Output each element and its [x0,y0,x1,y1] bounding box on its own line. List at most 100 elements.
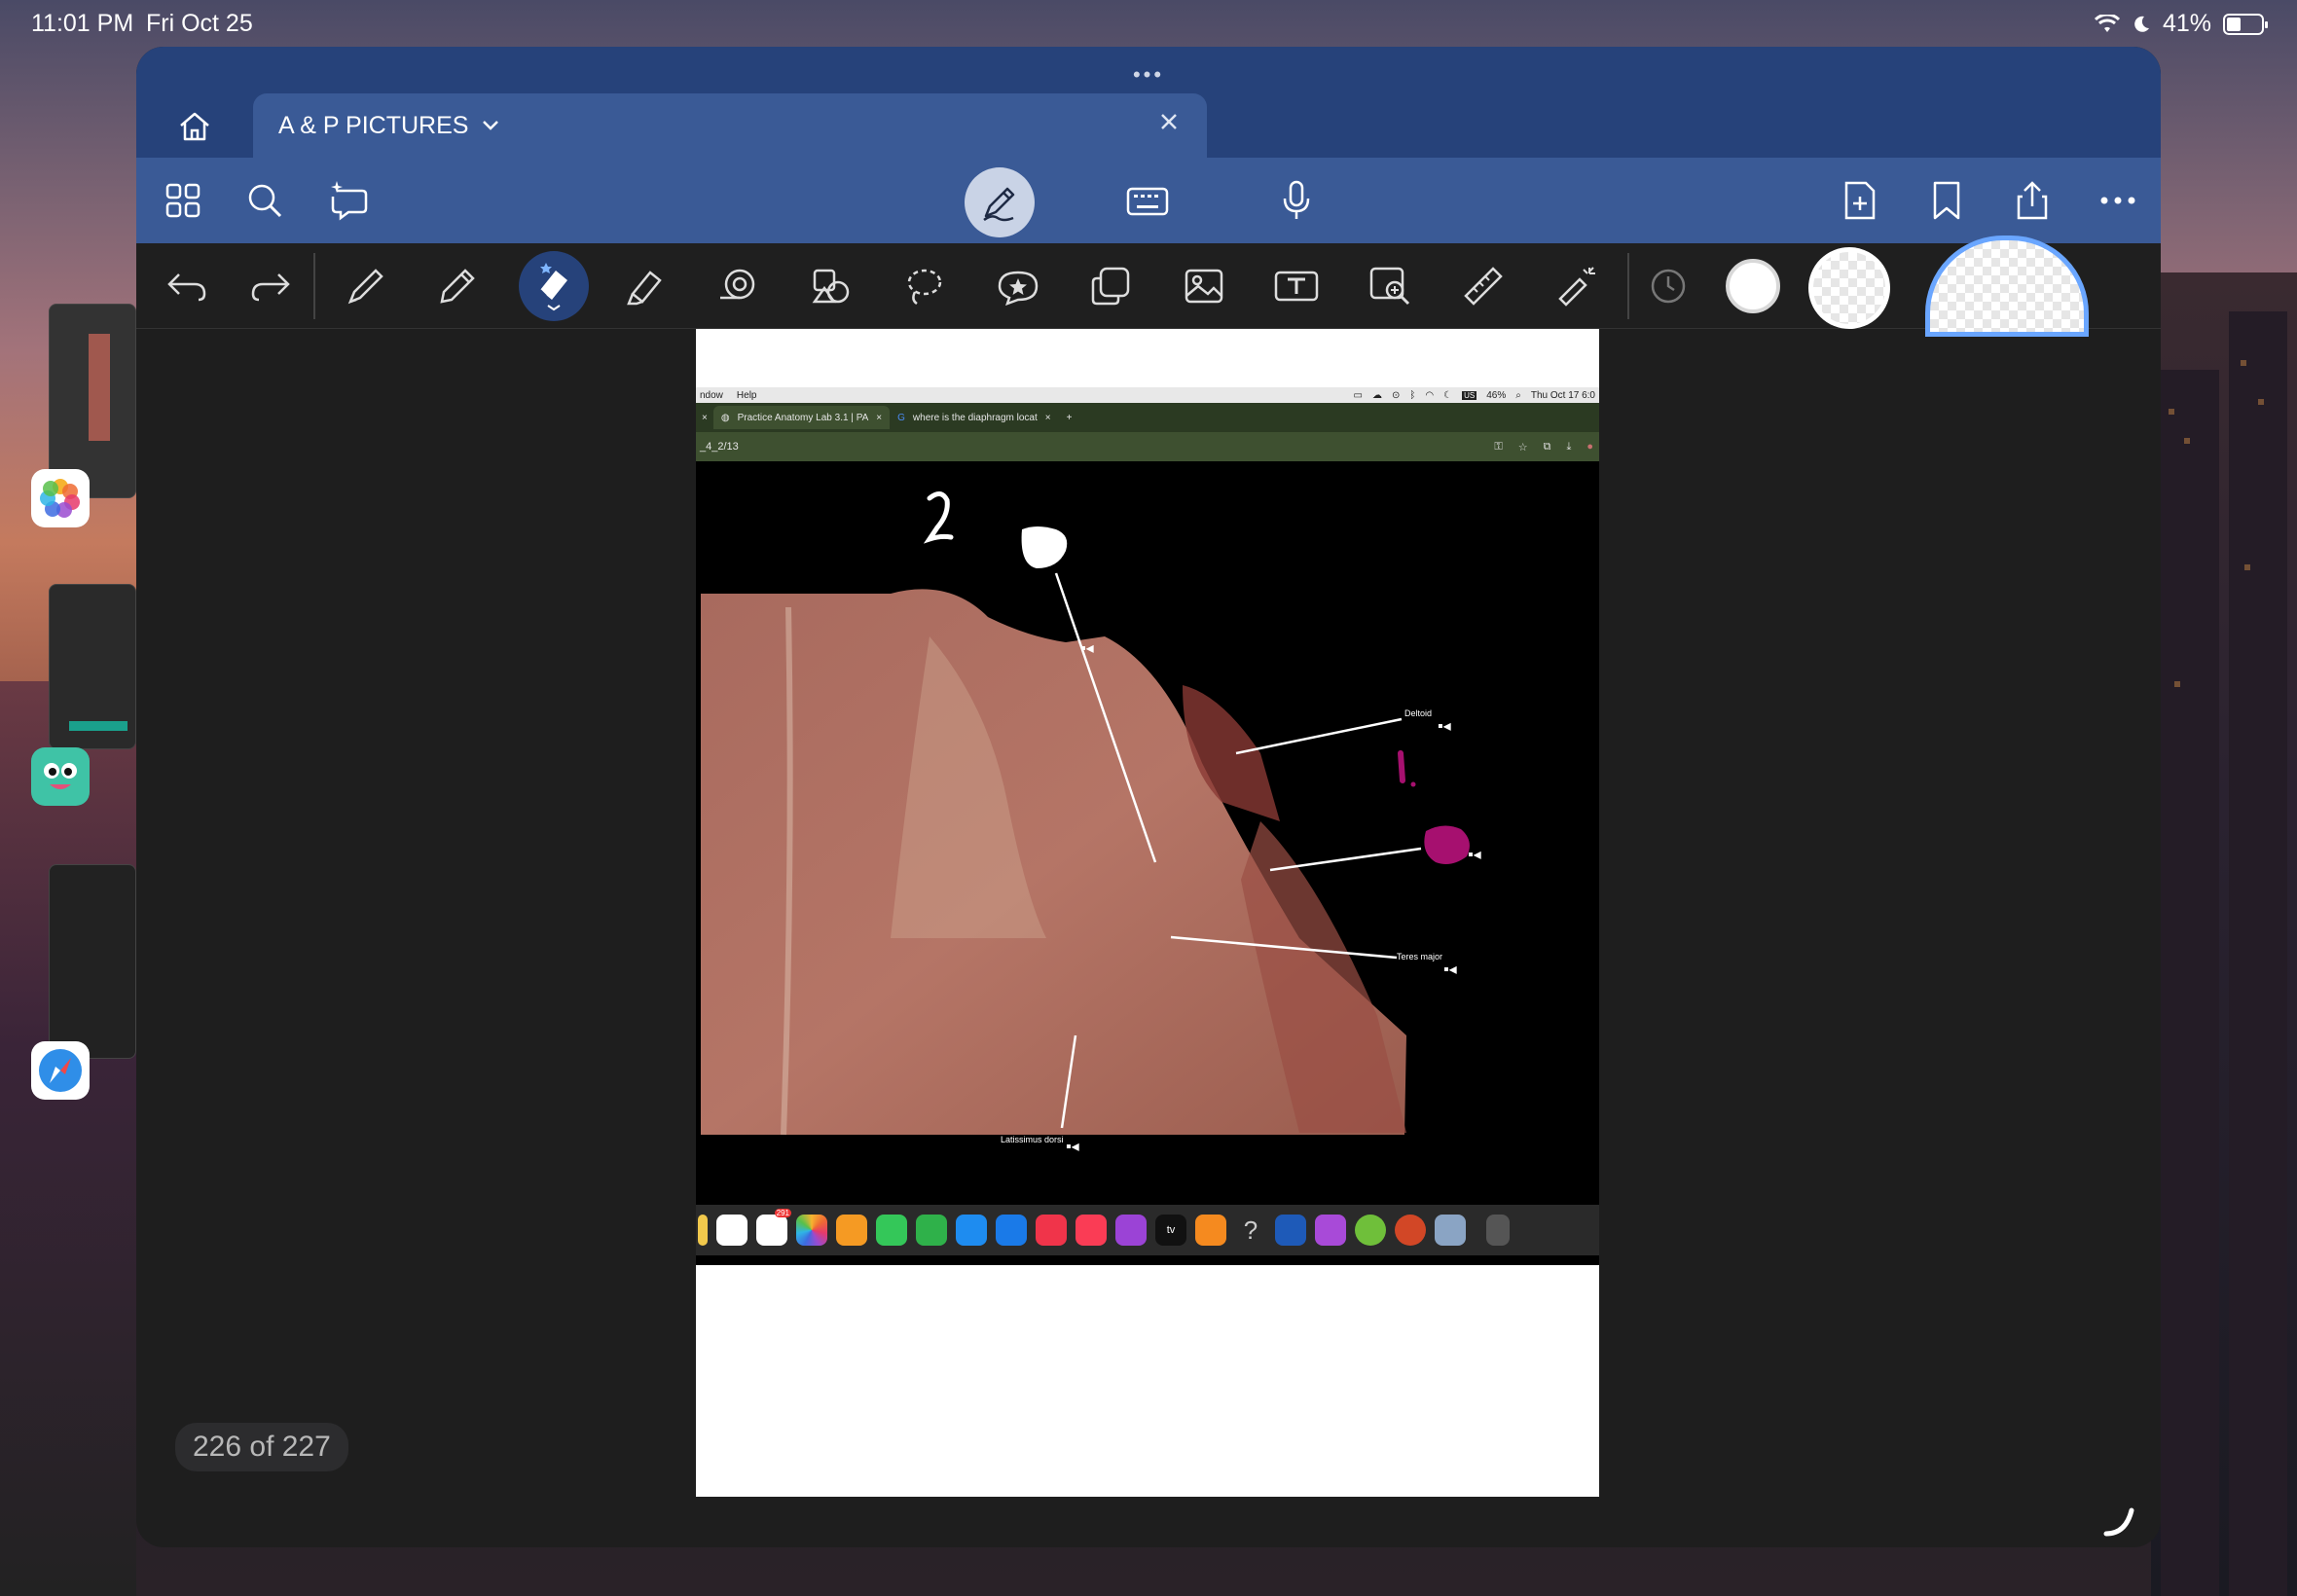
dock-facetime-icon [876,1215,907,1246]
more-icon[interactable] [2093,175,2143,226]
browser-address-bar: _4_2/13 ⚿ ☆ ⧉ ⤓ ● [696,432,1599,461]
shapes-icon[interactable] [802,257,860,315]
fountain-pen-icon[interactable] [337,257,395,315]
status-date: Fri Oct 25 [146,10,253,37]
color-swatch-large-selected[interactable] [1925,236,2089,337]
zoom-image-icon[interactable] [1361,257,1419,315]
mascot-app-icon[interactable] [31,747,90,806]
keyboard-icon[interactable] [1122,175,1173,226]
dock-tv-icon: tv [1155,1215,1186,1246]
extension-icon: ⧉ [1543,440,1551,453]
pen-mode-icon[interactable] [965,167,1035,237]
color-swatch-medium[interactable] [1808,247,1890,329]
home-icon[interactable] [175,107,214,146]
dock-trash-icon [1486,1215,1510,1246]
dock-numbers-icon [916,1215,947,1246]
wifi-icon [2094,14,2120,34]
chevron-down-icon[interactable] [482,120,499,131]
magenta-ink-dot [1410,781,1416,787]
dock-freeform-icon [716,1215,747,1246]
dock-feedback-icon [1315,1215,1346,1246]
close-tab-small-icon: × [876,412,883,423]
menubar-date: Thu Oct 17 6:0 [1530,389,1595,401]
video-camera-icon: ▪◂ [1066,1139,1079,1155]
key-icon: ⚿ [1494,440,1503,453]
browser-tab: G where is the diaphragm locat × [890,406,1058,429]
label-teres-major: Teres major [1397,952,1443,961]
lasso-icon[interactable] [895,257,954,315]
label-line-1 [1269,847,1422,872]
eraser-icon[interactable] [519,251,589,321]
moon-icon [2132,15,2151,34]
grid-icon[interactable] [158,175,208,226]
wallpaper-skyline [2151,272,2297,1596]
dock-books-icon [1195,1215,1226,1246]
bluetooth-icon: ᛒ [1409,389,1416,401]
input-badge: US [1462,390,1477,400]
dock-news-icon [1036,1215,1067,1246]
element-icon[interactable] [1081,257,1140,315]
menu-window: ndow [700,389,723,401]
document-tab[interactable]: A & P PICTURES [253,93,1207,158]
safari-app-icon[interactable] [31,1041,90,1100]
undo-icon[interactable] [158,257,216,315]
highlighter-icon[interactable] [615,257,674,315]
notebook-page[interactable]: ndow Help ▭ ☁ ⊙ ᛒ ◠ ☾ US 46% ⌕ Thu Oct 1… [696,329,1599,1497]
photos-app-icon[interactable] [31,469,90,527]
bookmark-icon[interactable] [1921,175,1972,226]
label-line-deltoid [1235,717,1403,755]
wifi-small-icon: ◠ [1425,389,1435,401]
play-icon: ⊙ [1392,389,1401,401]
cloud-icon: ☁ [1372,389,1382,401]
battery-icon [2223,13,2268,35]
pasted-screenshot: ndow Help ▭ ☁ ⊙ ᛒ ◠ ☾ US 46% ⌕ Thu Oct 1… [696,387,1599,1265]
status-time: 11:01 PM [31,10,134,37]
browser-tab-active: ◍ Practice Anatomy Lab 3.1 | PA × [712,406,891,429]
dock-podcasts-icon [1115,1215,1147,1246]
new-tab-icon: + [1066,412,1073,423]
display-icon: ▭ [1353,389,1363,401]
window-grabber[interactable]: ••• [1133,62,1164,88]
dock-reminders-icon: 291 [756,1209,791,1246]
download-icon: ⤓ [1566,440,1572,453]
corner-handle-icon[interactable] [2102,1505,2137,1540]
text-icon[interactable] [1267,257,1326,315]
dock-badge: 291 [774,1209,791,1217]
tape-icon[interactable] [710,257,768,315]
dock-preview-icon [1435,1215,1466,1246]
dock-help-icon: ? [1243,1215,1258,1245]
recent-app-thumbnail-2[interactable] [49,584,136,749]
toolbar-divider [313,253,315,319]
sticker-icon[interactable] [989,257,1047,315]
pencil-icon[interactable] [428,257,487,315]
image-icon[interactable] [1175,257,1233,315]
laser-pointer-icon[interactable] [1548,257,1606,315]
globe-icon: ◍ [720,412,730,423]
redo-icon[interactable] [241,257,300,315]
search-icon[interactable] [239,175,290,226]
clock-icon[interactable] [1639,257,1697,315]
document-tab-title: A & P PICTURES [278,111,469,139]
goodnotes-window: ••• A & P PICTURES ndow Help ▭ ☁ ⊙ ᛒ ◠ ☾… [136,47,2161,1547]
close-tab-icon[interactable] [1158,111,1180,132]
battery-percent: 41% [2162,10,2211,37]
browser-tab-label: where is the diaphragm locat [912,412,1038,423]
ruler-icon[interactable] [1454,257,1513,315]
status-bar: 11:01 PM Fri Oct 25 41% [0,0,2297,47]
dock-pages-icon [836,1215,867,1246]
page-counter[interactable]: 226 of 227 [175,1423,348,1471]
toolbar-divider [1627,253,1629,319]
dock-finder-icon [698,1215,708,1246]
video-camera-icon: ▪◂ [1438,718,1451,735]
ai-sparkle-icon[interactable] [323,175,374,226]
google-icon: G [897,412,905,423]
microphone-icon[interactable] [1271,175,1322,226]
color-swatch-small[interactable] [1726,259,1780,313]
recent-app-thumbnail-3[interactable] [49,864,136,1059]
share-icon[interactable] [2007,175,2058,226]
browser-tab-label: Practice Anatomy Lab 3.1 | PA [737,412,869,423]
add-page-icon[interactable] [1835,175,1885,226]
navigation-bar [136,158,2161,243]
browser-tab-strip: × ◍ Practice Anatomy Lab 3.1 | PA × G wh… [696,403,1599,432]
profile-icon: ● [1586,440,1593,453]
